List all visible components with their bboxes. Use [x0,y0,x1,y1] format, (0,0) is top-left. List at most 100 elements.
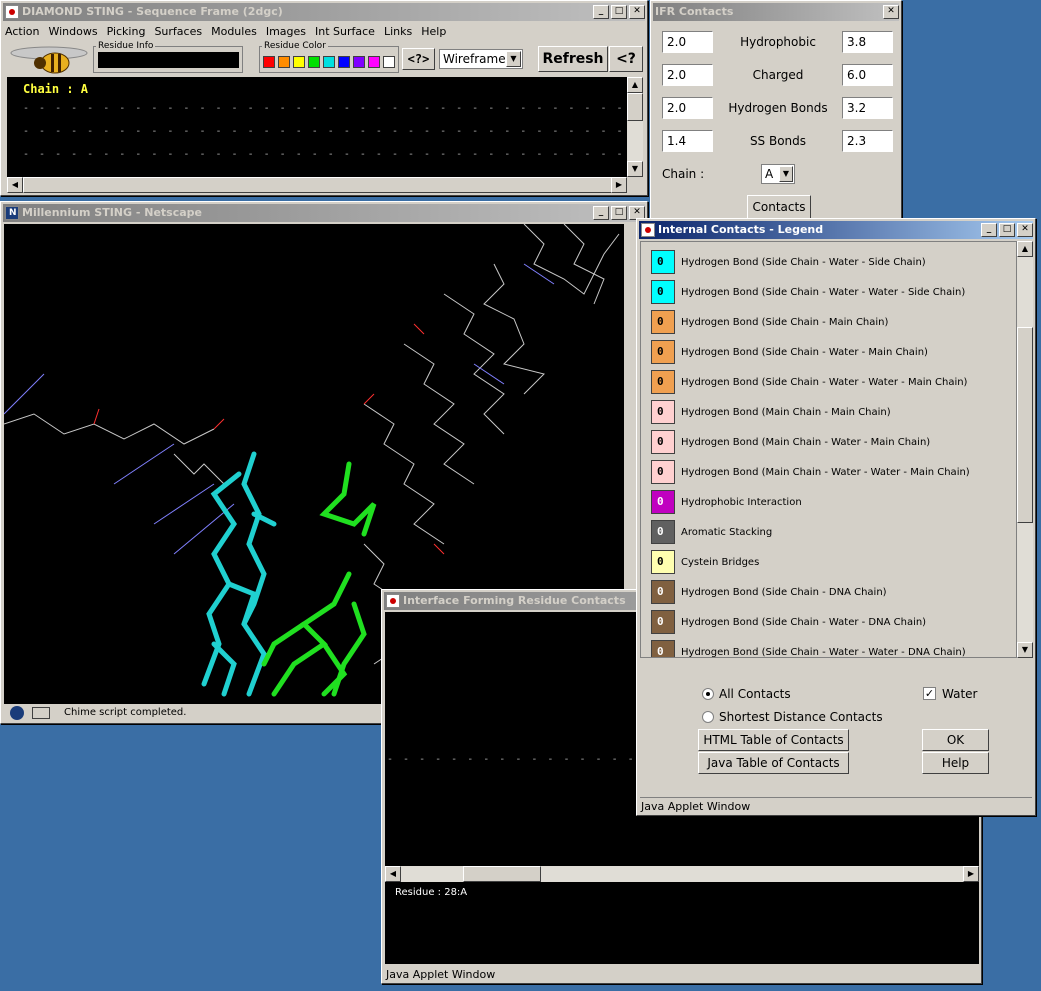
ok-button[interactable]: OK [922,729,989,751]
legend-item[interactable]: 0 Hydrogen Bond (Side Chain - DNA Chain) [651,578,887,606]
ifrc-horizontal-scrollbar[interactable]: ◀ ▶ [385,866,979,882]
residue-color-swatch[interactable] [353,56,365,68]
menu-item-surfaces[interactable]: Surfaces [154,25,202,41]
scroll-up-arrow-icon[interactable]: ▲ [627,77,643,93]
menu-item-picking[interactable]: Picking [107,25,146,41]
shortest-distance-radio[interactable] [702,711,714,723]
chevron-down-icon[interactable]: ▼ [506,51,521,67]
scroll-right-arrow-icon[interactable]: ▶ [611,177,627,193]
max-threshold-field[interactable]: 6.0 [842,64,893,86]
max-threshold-field[interactable]: 3.2 [842,97,893,119]
scroll-right-arrow-icon[interactable]: ▶ [963,866,979,882]
menu-item-windows[interactable]: Windows [48,25,97,41]
refresh-button[interactable]: Refresh [538,46,608,72]
min-threshold-field[interactable]: 2.0 [662,31,713,53]
legend-item[interactable]: 0 Cystein Bridges [651,548,759,576]
residue-color-swatch[interactable] [293,56,305,68]
legend-list[interactable]: 0 Hydrogen Bond (Side Chain - Water - Sid… [640,241,1017,658]
legend-color-swatch: 0 [651,580,675,604]
menu-item-int-surface[interactable]: Int Surface [315,25,375,41]
maximize-button[interactable]: □ [611,5,627,19]
help-button[interactable]: Help [922,752,989,774]
minimize-button[interactable]: _ [981,223,997,237]
query-button[interactable]: <?> [402,48,435,70]
sequence-frame-titlebar[interactable]: DIAMOND STING - Sequence Frame (2dgc) _ … [3,3,645,21]
residue-color-swatch[interactable] [278,56,290,68]
residue-info-field[interactable] [98,52,239,68]
sequence-horizontal-scrollbar[interactable]: ◀ ▶ [7,177,627,193]
chain-select[interactable]: A ▼ [761,164,795,184]
menu-item-modules[interactable]: Modules [211,25,257,41]
legend-label: Cystein Bridges [681,556,760,568]
residue-color-swatch[interactable] [323,56,335,68]
legend-item[interactable]: 0 Hydrogen Bond (Side Chain - Water - Wat… [651,638,966,657]
residue-color-swatch[interactable] [263,56,275,68]
scroll-down-arrow-icon[interactable]: ▼ [627,161,643,177]
java-app-icon [641,223,655,237]
water-checkbox[interactable]: ✓ [923,687,936,700]
scroll-thumb[interactable] [463,866,541,882]
scroll-down-arrow-icon[interactable]: ▼ [1017,642,1033,658]
residue-color-swatch[interactable] [308,56,320,68]
render-mode-select[interactable]: Wireframe ▼ [439,49,523,69]
menu-item-links[interactable]: Links [384,25,412,41]
all-contacts-label[interactable]: All Contacts [719,687,791,701]
legend-item[interactable]: 0 Hydrogen Bond (Side Chain - Main Chain) [651,308,888,336]
scroll-thumb[interactable] [627,93,643,121]
scroll-thumb[interactable] [1017,327,1033,523]
min-threshold-field[interactable]: 2.0 [662,64,713,86]
legend-item[interactable]: 0 Aromatic Stacking [651,518,772,546]
chevron-down-icon[interactable]: ▼ [779,166,793,182]
contacts-button[interactable]: Contacts [747,195,811,219]
residue-color-swatch[interactable] [368,56,380,68]
legend-item[interactable]: 0 Hydrogen Bond (Side Chain - Water - Wat… [651,368,967,396]
max-threshold-field[interactable]: 2.3 [842,130,893,152]
legend-vertical-scrollbar[interactable]: ▲ ▼ [1017,241,1033,658]
max-threshold-field[interactable]: 3.8 [842,31,893,53]
legend-item[interactable]: 0 Hydrogen Bond (Main Chain - Water - Wat… [651,458,970,486]
legend-label: Hydrogen Bond (Side Chain - DNA Chain) [681,586,887,598]
scroll-up-arrow-icon[interactable]: ▲ [1017,241,1033,257]
residue-color-swatch[interactable] [383,56,395,68]
scroll-thumb[interactable] [23,177,613,193]
legend-label: Aromatic Stacking [681,526,773,538]
ifr-contacts-titlebar[interactable]: IFR Contacts ✕ [653,3,899,21]
residue-color-palette [263,56,398,68]
all-contacts-radio[interactable] [702,688,714,700]
shortest-distance-label[interactable]: Shortest Distance Contacts [719,710,883,724]
html-table-button[interactable]: HTML Table of Contacts [698,729,849,751]
contact-type-label: Charged [752,68,804,82]
close-button[interactable]: ✕ [629,5,645,19]
water-label[interactable]: Water [942,687,977,701]
scroll-left-arrow-icon[interactable]: ◀ [7,177,23,193]
min-threshold-field[interactable]: 1.4 [662,130,713,152]
legend-item[interactable]: 0 Hydrogen Bond (Main Chain - Main Chain) [651,398,891,426]
netscape-titlebar[interactable]: Millennium STING - Netscape _ □ ✕ [3,204,645,222]
min-threshold-field[interactable]: 2.0 [662,97,713,119]
netscape-icon [5,206,19,220]
java-table-button[interactable]: Java Table of Contacts [698,752,849,774]
legend-item[interactable]: 0 Hydrogen Bond (Side Chain - Water - Mai… [651,338,928,366]
menu-item-help[interactable]: Help [421,25,446,41]
help-query-button[interactable]: <? [609,46,643,72]
legend-titlebar[interactable]: Internal Contacts - Legend _ □ ✕ [639,221,1033,239]
close-button[interactable]: ✕ [1017,223,1033,237]
sequence-display[interactable]: Chain : A - - - - - - - - - - - - - - - … [7,77,647,177]
menu-item-images[interactable]: Images [266,25,306,41]
residue-color-swatch[interactable] [338,56,350,68]
netscape-status-icon [10,706,24,720]
legend-item[interactable]: 0 Hydrophobic Interaction [651,488,802,516]
scroll-left-arrow-icon[interactable]: ◀ [385,866,401,882]
sequence-vertical-scrollbar[interactable]: ▲ ▼ [627,77,643,177]
maximize-button[interactable]: □ [611,206,627,220]
maximize-button[interactable]: □ [999,223,1015,237]
legend-item[interactable]: 0 Hydrogen Bond (Side Chain - Water - Wat… [651,278,965,306]
contact-type-label: SS Bonds [749,134,807,148]
legend-item[interactable]: 0 Hydrogen Bond (Side Chain - Water - DNA… [651,608,926,636]
legend-item[interactable]: 0 Hydrogen Bond (Side Chain - Water - Sid… [651,248,926,276]
close-button[interactable]: ✕ [883,5,899,19]
minimize-button[interactable]: _ [593,5,609,19]
legend-item[interactable]: 0 Hydrogen Bond (Main Chain - Water - Mai… [651,428,930,456]
menu-item-action[interactable]: Action [5,25,39,41]
minimize-button[interactable]: _ [593,206,609,220]
